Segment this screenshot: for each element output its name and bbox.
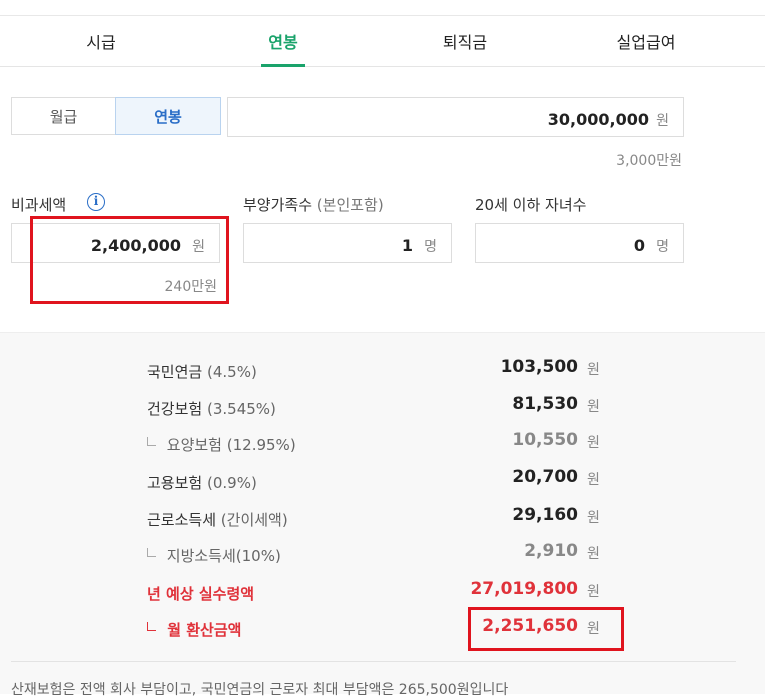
salary-unit: 원 (656, 113, 669, 129)
tab-unemployment[interactable]: 실업급여 (586, 16, 706, 66)
result-label-local-tax: 지방소득세(10%) (147, 545, 281, 566)
active-tab-indicator (261, 64, 305, 67)
dependents-value: 1 (401, 236, 413, 255)
result-label-annual-net: 년 예상 실수령액 (147, 585, 255, 603)
result-label-monthly: 월 환산금액 (147, 619, 241, 640)
result-label-local-tax-text: 지방소득세(10%) (166, 547, 281, 565)
result-label-health: 건강보험 (3.545%) (147, 398, 276, 419)
info-icon[interactable]: i (87, 193, 105, 211)
nontaxable-label: 비과세액 (11, 196, 67, 214)
result-label-health-rate: (3.545%) (206, 400, 276, 418)
result-value-pension: 103,500 (500, 357, 578, 377)
result-label-care-rate: (12.95%) (226, 436, 296, 454)
dependents-input[interactable]: 1 명 (243, 223, 452, 263)
sub-item-branch-icon (147, 548, 156, 557)
result-label-pension: 국민연금 (4.5%) (147, 361, 257, 382)
monthly-toggle-button[interactable]: 월급 (11, 97, 116, 135)
annual-toggle-button[interactable]: 연봉 (115, 97, 221, 135)
highlight-frame-nontaxable (30, 216, 229, 304)
dependents-label-note: (본인포함) (316, 196, 384, 214)
result-value-health: 81,530 (512, 394, 578, 414)
result-label-employment-rate: (0.9%) (206, 474, 257, 492)
result-unit-health: 원 (587, 399, 600, 415)
tab-annual-label: 연봉 (268, 33, 298, 52)
result-label-employment: 고용보험 (0.9%) (147, 472, 257, 493)
dependents-label: 부양가족수 (본인포함) (243, 194, 384, 215)
result-value-employment: 20,700 (512, 467, 578, 487)
result-unit-employment: 원 (587, 472, 600, 488)
result-label-pension-text: 국민연금 (147, 363, 203, 381)
result-label-income-tax-text: 근로소득세 (147, 511, 217, 529)
calculator-tabs: 시급 연봉 퇴직금 실업급여 (0, 16, 765, 67)
result-unit-local-tax: 원 (587, 546, 600, 562)
highlight-frame-monthly (468, 607, 624, 651)
result-label-care: 요양보험 (12.95%) (147, 434, 296, 455)
salary-input[interactable]: 30,000,000 원 (227, 97, 684, 137)
result-label-monthly-text: 월 환산금액 (167, 621, 242, 639)
sub-item-branch-icon (147, 437, 156, 446)
result-value-income-tax: 29,160 (512, 505, 578, 525)
tab-hourly[interactable]: 시급 (40, 16, 162, 66)
tab-severance[interactable]: 퇴직금 (405, 16, 525, 66)
footnote: 산재보험은 전액 회사 부담이고, 국민연금의 근로자 최대 부담액은 265,… (11, 682, 509, 698)
results-panel (0, 332, 765, 694)
salary-value: 30,000,000 (547, 110, 649, 129)
result-unit-pension: 원 (587, 362, 600, 378)
children-label: 20세 이하 자녀수 (475, 196, 587, 214)
children-value: 0 (633, 236, 645, 255)
result-unit-care: 원 (587, 435, 600, 451)
result-label-pension-rate: (4.5%) (206, 363, 257, 381)
result-label-care-text: 요양보험 (166, 436, 222, 454)
result-label-employment-text: 고용보험 (147, 474, 203, 492)
sub-item-branch-icon (147, 622, 156, 631)
result-unit-income-tax: 원 (587, 510, 600, 526)
result-value-care: 10,550 (512, 430, 578, 450)
children-unit: 명 (656, 239, 669, 255)
result-label-health-text: 건강보험 (147, 400, 203, 418)
dependents-unit: 명 (424, 239, 437, 255)
result-value-annual-net: 27,019,800 (470, 579, 578, 599)
results-divider (11, 661, 736, 662)
result-value-local-tax: 2,910 (524, 541, 578, 561)
dependents-label-text: 부양가족수 (243, 196, 313, 214)
result-unit-annual-net: 원 (587, 584, 600, 600)
result-label-income-tax: 근로소득세 (간이세액) (147, 509, 288, 530)
result-label-income-tax-note: (간이세액) (220, 511, 288, 529)
children-input[interactable]: 0 명 (475, 223, 684, 263)
tab-annual[interactable]: 연봉 (261, 16, 305, 67)
salary-korean-amount: 3,000만원 (616, 153, 682, 169)
